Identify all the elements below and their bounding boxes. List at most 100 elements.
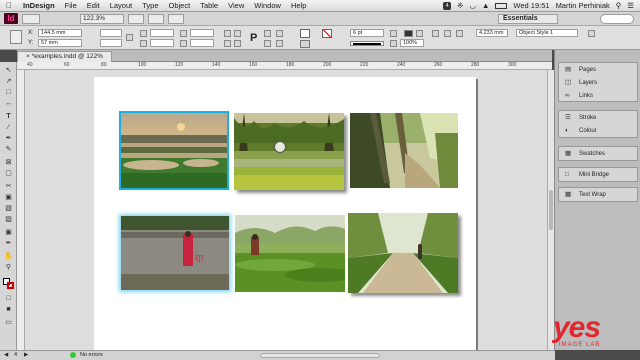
panel-pages[interactable]: ▤ Pages: [559, 64, 639, 76]
vertical-ruler[interactable]: [17, 70, 25, 350]
fit-content-icon[interactable]: [416, 30, 423, 37]
direct-selection-tool-icon[interactable]: ↗: [3, 77, 14, 87]
rotate-cw-icon[interactable]: [224, 30, 231, 37]
stroke-none-swatch-icon[interactable]: [322, 29, 332, 38]
stroke-weight-field[interactable]: 6 pt: [350, 29, 384, 37]
vertical-scrollbar[interactable]: [547, 70, 554, 350]
photo-wall-woman[interactable]: যা: [121, 216, 229, 290]
fill-swatch-icon[interactable]: [300, 29, 310, 38]
menu-help[interactable]: Help: [286, 1, 311, 10]
clock-text[interactable]: Wed 19:51: [513, 1, 549, 10]
apple-icon[interactable]: : [0, 1, 18, 10]
gap-tool-icon[interactable]: ↔: [3, 99, 14, 109]
effects-icon[interactable]: [390, 30, 397, 37]
notification-badge-icon[interactable]: 4: [443, 1, 452, 10]
menu-window[interactable]: Window: [249, 1, 286, 10]
note-tool-icon[interactable]: ▣: [3, 228, 14, 238]
x-position-field[interactable]: 144.5 mm: [38, 29, 82, 37]
arrange-documents-button[interactable]: [168, 13, 184, 24]
select-next-icon[interactable]: [276, 40, 283, 47]
bluetooth-icon[interactable]: ※: [457, 1, 463, 10]
vertical-scrollbar-thumb[interactable]: [549, 190, 553, 230]
panel-mini-bridge[interactable]: □ Mini Bridge: [559, 169, 639, 181]
reference-point-icon[interactable]: [10, 30, 22, 44]
workspace-switcher[interactable]: Essentials: [498, 13, 558, 24]
flip-vertical-icon[interactable]: [234, 40, 241, 47]
gradient-tool-icon[interactable]: ▧: [3, 204, 14, 214]
line-tool-icon[interactable]: ∕: [3, 123, 14, 133]
menu-table[interactable]: Table: [195, 1, 223, 10]
rotation-field[interactable]: [190, 29, 214, 37]
menu-layout[interactable]: Layout: [105, 1, 138, 10]
panel-stroke[interactable]: ☰ Stroke: [559, 112, 639, 124]
shear-icon[interactable]: [180, 40, 187, 47]
menu-file[interactable]: File: [60, 1, 82, 10]
scale-y-field[interactable]: [150, 39, 174, 47]
gradient-feather-tool-icon[interactable]: ▨: [3, 215, 14, 225]
selection-tool-icon[interactable]: ↖: [3, 66, 14, 76]
panel-colour[interactable]: ◐ Colour: [559, 125, 639, 137]
horizontal-scrollbar[interactable]: [260, 353, 380, 358]
apply-color-icon[interactable]: ■: [3, 305, 14, 315]
hand-tool-icon[interactable]: ✋: [3, 252, 14, 262]
select-content-icon[interactable]: [264, 40, 271, 47]
battery-icon[interactable]: [495, 2, 508, 9]
preflight-status[interactable]: No errors: [80, 351, 103, 360]
panel-layers[interactable]: ◫ Layers: [559, 77, 639, 89]
next-page-icon[interactable]: ▶: [24, 351, 28, 360]
user-name[interactable]: Martin Perhiniak: [556, 1, 610, 10]
panel-swatches[interactable]: ▦ Swatches: [559, 148, 639, 160]
photo-tea-worker[interactable]: [235, 215, 345, 292]
free-transform-tool-icon[interactable]: ▣: [3, 193, 14, 203]
fill-dropdown-icon[interactable]: [300, 40, 310, 48]
eyedropper-tool-icon[interactable]: ✒: [3, 239, 14, 249]
horizontal-ruler[interactable]: 40 60 80 100 120 140 160 180 200 220 240…: [17, 62, 552, 70]
y-position-field[interactable]: 57 mm: [38, 39, 82, 47]
stroke-type-dropdown[interactable]: [350, 41, 384, 46]
fit-frame-icon[interactable]: [444, 30, 451, 37]
screen-mode-icon[interactable]: ▭: [3, 318, 14, 328]
scale-x-field[interactable]: [150, 29, 174, 37]
pasteboard[interactable]: যা: [25, 70, 547, 350]
rotate-icon[interactable]: [180, 30, 187, 37]
fill-frame-proportionally-icon[interactable]: [404, 30, 413, 37]
zoom-tool-icon[interactable]: ⚲: [3, 263, 14, 273]
panel-text-wrap[interactable]: ▩ Text Wrap: [559, 189, 639, 201]
object-style-dropdown[interactable]: Object Style 1: [516, 29, 578, 37]
width-field[interactable]: [100, 29, 122, 37]
bridge-button[interactable]: [22, 13, 40, 24]
auto-fit-icon[interactable]: [456, 30, 463, 37]
stroke-color-icon[interactable]: [7, 282, 14, 289]
scale-x-icon[interactable]: [140, 30, 147, 37]
document-tab[interactable]: × *examples.indd @ 122%: [17, 51, 112, 62]
p-reference-icon[interactable]: P: [250, 32, 257, 44]
document-page[interactable]: যা: [94, 77, 476, 350]
menu-view[interactable]: View: [223, 1, 249, 10]
select-container-icon[interactable]: [264, 30, 271, 37]
photo-sunset-wetland[interactable]: [119, 111, 229, 190]
photo-bamboo-path[interactable]: [350, 113, 458, 188]
panel-menu-icon[interactable]: [588, 30, 595, 37]
view-options-button[interactable]: [128, 13, 144, 24]
menu-edit[interactable]: Edit: [82, 1, 105, 10]
list-icon[interactable]: ☰: [627, 1, 634, 10]
wifi-icon[interactable]: ◡: [469, 1, 476, 10]
scissors-tool-icon[interactable]: ✂: [3, 182, 14, 192]
pencil-tool-icon[interactable]: ✎: [3, 145, 14, 155]
menu-object[interactable]: Object: [164, 1, 196, 10]
opacity-field[interactable]: 100%: [400, 39, 424, 47]
flip-horizontal-icon[interactable]: [224, 40, 231, 47]
formatting-affects-container-icon[interactable]: □: [3, 294, 14, 304]
page-number-field[interactable]: 4: [14, 351, 17, 360]
drop-shadow-icon[interactable]: [390, 40, 397, 47]
menu-type[interactable]: Type: [137, 1, 163, 10]
photo-tea-path[interactable]: [348, 213, 458, 293]
help-search-input[interactable]: [600, 13, 634, 24]
screen-mode-button[interactable]: [148, 13, 164, 24]
volume-icon[interactable]: ▲: [482, 1, 489, 10]
fitting-value-field[interactable]: 4.233 mm: [476, 29, 508, 37]
select-previous-icon[interactable]: [276, 30, 283, 37]
rotate-ccw-icon[interactable]: [234, 30, 241, 37]
page-tool-icon[interactable]: □: [3, 88, 14, 98]
rectangle-tool-icon[interactable]: ▢: [3, 169, 14, 179]
